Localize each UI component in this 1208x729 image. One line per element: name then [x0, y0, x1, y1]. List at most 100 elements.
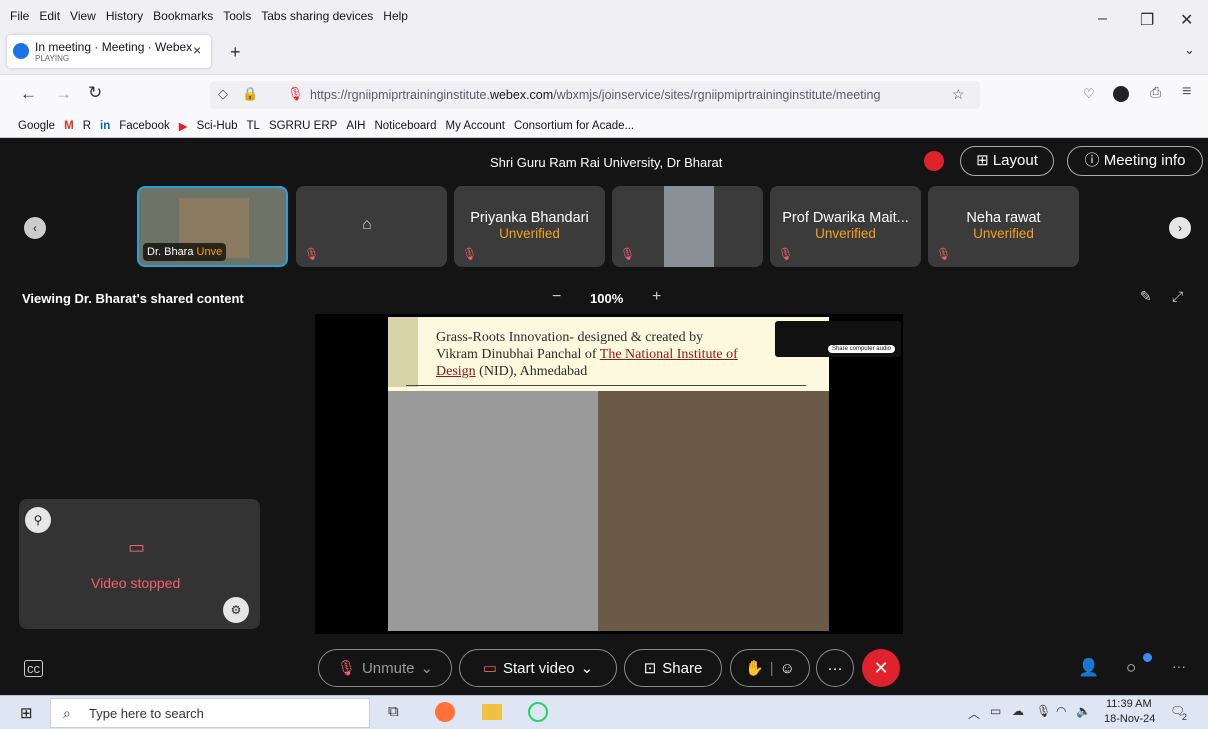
settings-gear-icon[interactable]: ⚙	[223, 597, 249, 623]
pocket-icon[interactable]: ♡	[1083, 86, 1095, 102]
whatsapp-icon[interactable]	[528, 702, 548, 722]
onedrive-icon[interactable]: ☁	[1012, 704, 1024, 718]
muted-mic-icon: 🎙	[778, 247, 794, 261]
participant-tile-priyanka[interactable]: Priyanka Bhandari Unverified 🎙	[454, 186, 605, 267]
share-audio-button[interactable]: Share computer audio	[827, 345, 895, 353]
microphone-active-icon[interactable]: 🎙	[287, 86, 304, 102]
tab-title: In meeting · Meeting · Webex	[35, 40, 193, 54]
forward-icon[interactable]: →	[55, 84, 72, 104]
bookmark-my-account[interactable]: My Account	[446, 120, 505, 132]
shield-icon[interactable]: ◇	[218, 86, 228, 102]
annotate-icon[interactable]: ✎	[1140, 288, 1152, 305]
zoom-in-button[interactable]: +	[652, 288, 661, 306]
gmail-icon[interactable]: M	[64, 120, 74, 132]
slide-link[interactable]: The National Institute of	[600, 347, 738, 362]
restore-icon[interactable]: ❐	[1140, 10, 1154, 30]
speaker-icon[interactable]: 🔈	[1076, 704, 1091, 718]
tab-webex-meeting[interactable]: In meeting · Meeting · Webex PLAYING ×	[7, 35, 211, 68]
participant-tile-dwarika[interactable]: Prof Dwarika Mait... Unverified 🎙	[770, 186, 921, 267]
menu-tools[interactable]: Tools	[223, 9, 251, 23]
participant-tile-neha[interactable]: Neha rawat Unverified 🎙	[928, 186, 1079, 267]
bookmark-tl[interactable]: TL	[247, 120, 260, 132]
shared-content-area: Grass-Roots Innovation- designed & creat…	[315, 314, 903, 634]
bookmark-aih[interactable]: AIH	[346, 120, 365, 132]
reactions-button[interactable]: ✋ | ☺	[730, 649, 810, 687]
slide-rule	[406, 385, 806, 386]
closed-captions-icon[interactable]: cc	[24, 660, 43, 677]
tab-close-icon[interactable]: ×	[193, 42, 201, 58]
participant-name: Prof Dwarika Mait...	[782, 210, 909, 226]
bookmark-facebook[interactable]: Facebook	[119, 120, 170, 132]
network-icon[interactable]: ▭	[990, 704, 1001, 718]
url-bar[interactable]: https://rgniipmiprtraininginstitute.webe…	[210, 81, 980, 109]
bookmark-sgrru-erp[interactable]: SGRRU ERP	[269, 120, 337, 132]
participants-icon[interactable]: 👤	[1078, 658, 1099, 678]
tab-status: PLAYING	[35, 54, 70, 63]
menu-history[interactable]: History	[106, 9, 143, 23]
layout-button[interactable]: ⊞ Layout	[960, 146, 1054, 176]
bookmark-r[interactable]: R	[83, 120, 91, 132]
wifi-icon[interactable]: ◠	[1056, 704, 1066, 718]
bookmark-google[interactable]: Google	[18, 120, 55, 132]
participant-tile-dr-bharat[interactable]: Dr. Bhara Unve	[137, 186, 288, 267]
youtube-icon[interactable]: ▶	[179, 119, 188, 133]
profile-icon[interactable]	[1113, 86, 1129, 102]
bookmark-star-icon[interactable]: ☆	[952, 86, 965, 103]
extensions-icon[interactable]: ⎙	[1150, 84, 1161, 101]
more-options-button[interactable]: ···	[816, 649, 854, 687]
recording-icon[interactable]	[924, 151, 944, 171]
menu-help[interactable]: Help	[383, 9, 408, 23]
participant-name: Dr. Bhara	[147, 246, 194, 258]
participant-tile-avatar[interactable]: ⌂ 🎙	[296, 186, 447, 267]
meeting-info-label: Meeting info	[1103, 152, 1186, 169]
clock-date[interactable]: 18-Nov-24	[1104, 713, 1155, 725]
url-prefix: https://rgniipmiprtraininginstitute.	[310, 88, 490, 102]
minimize-icon[interactable]: –	[1098, 10, 1107, 28]
task-view-icon[interactable]: ⧉	[388, 703, 399, 720]
mic-tray-icon[interactable]: 🎙	[1036, 704, 1051, 718]
meeting-info-button[interactable]: ⓘ Meeting info	[1067, 146, 1203, 176]
hamburger-menu-icon[interactable]: ≡	[1182, 83, 1191, 101]
lock-icon[interactable]: 🔒	[242, 86, 258, 102]
start-video-button[interactable]: ▭ Start video ⌄	[459, 649, 617, 687]
menu-view[interactable]: View	[70, 9, 96, 23]
back-icon[interactable]: ←	[20, 84, 37, 104]
menu-tabs-sharing[interactable]: Tabs sharing devices	[261, 9, 373, 23]
clock-time[interactable]: 11:39 AM	[1106, 698, 1152, 710]
zoom-level: 100%	[590, 291, 624, 306]
next-participants-icon[interactable]: ›	[1169, 217, 1191, 239]
notifications-count: 2	[1182, 712, 1188, 722]
menu-edit[interactable]: Edit	[39, 9, 60, 23]
linkedin-icon[interactable]: in	[100, 120, 110, 132]
tray-chevron-icon[interactable]: ︿	[968, 705, 980, 722]
unmute-button[interactable]: 🎙 Unmute ⌄	[318, 649, 452, 687]
bookmark-consortium[interactable]: Consortium for Acade...	[514, 120, 634, 132]
bookmark-scihub[interactable]: Sci-Hub	[197, 120, 238, 132]
zoom-out-button[interactable]: −	[552, 288, 561, 306]
firefox-icon[interactable]	[435, 702, 455, 722]
chevron-down-icon[interactable]: ⌄	[421, 659, 434, 677]
new-tab-button[interactable]: +	[230, 42, 241, 63]
file-explorer-icon[interactable]	[482, 704, 502, 720]
chat-icon[interactable]: ○	[1126, 658, 1136, 678]
windows-start-icon[interactable]: ⊞	[20, 704, 33, 722]
close-window-icon[interactable]: ✕	[1180, 10, 1193, 30]
slide-link-design[interactable]: Design	[436, 364, 476, 379]
reload-icon[interactable]: ↻	[88, 83, 102, 103]
pin-icon[interactable]: ⚲	[25, 507, 51, 533]
prev-participants-icon[interactable]: ‹	[24, 217, 46, 239]
menu-file[interactable]: File	[10, 9, 29, 23]
emoji-icon[interactable]: ☺	[780, 660, 795, 677]
chevron-down-icon[interactable]: ⌄	[581, 659, 594, 677]
more-panels-icon[interactable]: ···	[1172, 658, 1186, 674]
share-button[interactable]: ⊡ Share	[624, 649, 722, 687]
fullscreen-icon[interactable]: ⤢	[1172, 288, 1183, 305]
taskbar-search-box[interactable]: ⌕ Type here to search	[50, 698, 370, 728]
leave-meeting-button[interactable]: ✕	[862, 649, 900, 687]
tab-list-chevron-icon[interactable]: ⌄	[1184, 42, 1195, 58]
bookmark-noticeboard[interactable]: Noticeboard	[374, 120, 436, 132]
muted-mic-icon: 🎙	[462, 247, 478, 261]
raise-hand-icon[interactable]: ✋	[745, 659, 764, 677]
participant-tile-video[interactable]: 🎙	[612, 186, 763, 267]
menu-bookmarks[interactable]: Bookmarks	[153, 9, 213, 23]
